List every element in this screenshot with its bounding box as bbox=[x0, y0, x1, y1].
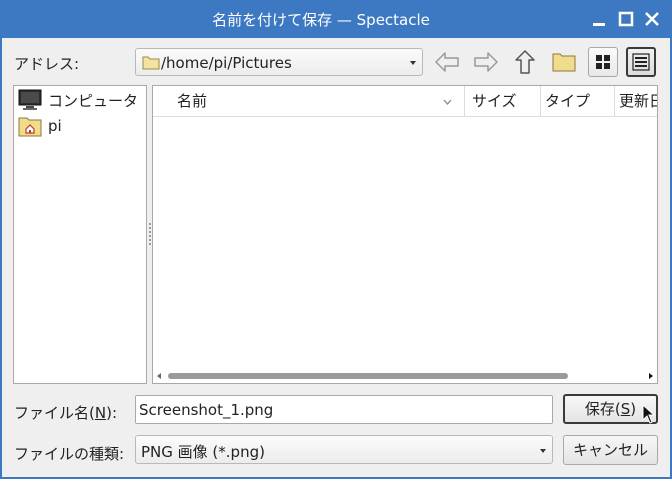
close-button[interactable] bbox=[641, 8, 663, 30]
filename-input[interactable] bbox=[135, 395, 553, 424]
filetype-label: ファイルの種類: bbox=[14, 445, 125, 463]
dialog-body: アドレス: /home/pi/Pictures コンピュータ pi 名前 サイズ… bbox=[2, 38, 670, 477]
new-folder-button[interactable] bbox=[550, 48, 578, 76]
new-folder-icon bbox=[552, 53, 576, 72]
window-title: 名前を付けて保存 — Spectacle bbox=[212, 11, 430, 29]
arrow-up-icon bbox=[515, 50, 535, 74]
title-bar[interactable]: 名前を付けて保存 — Spectacle bbox=[0, 0, 672, 38]
list-icon bbox=[632, 53, 650, 71]
column-modified[interactable]: 更新日 bbox=[615, 86, 657, 117]
up-button[interactable] bbox=[511, 48, 539, 76]
column-header: 名前 サイズ タイプ 更新日 bbox=[153, 86, 657, 117]
cancel-button[interactable]: キャンセル bbox=[563, 435, 658, 465]
forward-button[interactable] bbox=[472, 48, 500, 76]
address-label: アドレス: bbox=[14, 55, 80, 73]
minimize-button[interactable] bbox=[588, 8, 610, 30]
save-as-dialog: 名前を付けて保存 — Spectacle アドレス: /home/pi/Pict… bbox=[0, 0, 672, 479]
file-list[interactable]: 名前 サイズ タイプ 更新日 bbox=[152, 85, 658, 384]
column-name[interactable]: 名前 bbox=[153, 86, 465, 117]
filetype-selected: PNG 画像 (*.png) bbox=[141, 443, 265, 461]
home-folder-icon bbox=[18, 117, 42, 137]
close-icon bbox=[645, 12, 659, 26]
scrollbar-thumb[interactable] bbox=[168, 373, 568, 379]
horizontal-scrollbar[interactable] bbox=[153, 369, 657, 383]
grid-icon bbox=[596, 55, 610, 69]
place-item-home[interactable]: pi bbox=[18, 114, 146, 138]
arrow-right-icon bbox=[474, 52, 498, 72]
column-type[interactable]: タイプ bbox=[541, 86, 615, 117]
chevron-down-icon bbox=[540, 449, 546, 453]
scroll-left-icon[interactable] bbox=[157, 373, 161, 379]
place-item-computer[interactable]: コンピュータ bbox=[18, 88, 146, 112]
chevron-down-icon bbox=[410, 61, 416, 65]
maximize-icon bbox=[618, 11, 634, 27]
minimize-icon bbox=[593, 23, 605, 26]
sort-descending-icon bbox=[443, 99, 452, 105]
back-button[interactable] bbox=[433, 48, 461, 76]
filename-label: ファイル名(N): bbox=[14, 404, 117, 422]
scroll-right-icon[interactable] bbox=[649, 373, 653, 379]
filetype-combobox[interactable]: PNG 画像 (*.png) bbox=[135, 435, 553, 464]
icon-view-button[interactable] bbox=[588, 47, 618, 77]
place-label: pi bbox=[48, 117, 62, 135]
places-panel[interactable]: コンピュータ pi bbox=[13, 85, 147, 384]
mouse-pointer-icon bbox=[642, 404, 656, 424]
place-label: コンピュータ bbox=[48, 91, 139, 110]
address-path: /home/pi/Pictures bbox=[161, 54, 292, 72]
computer-icon bbox=[18, 89, 42, 110]
maximize-button[interactable] bbox=[615, 8, 637, 30]
arrow-left-icon bbox=[435, 52, 459, 72]
address-combobox[interactable]: /home/pi/Pictures bbox=[135, 48, 423, 76]
folder-icon bbox=[142, 56, 160, 70]
column-size[interactable]: サイズ bbox=[465, 86, 541, 117]
detail-view-button[interactable] bbox=[626, 47, 656, 77]
